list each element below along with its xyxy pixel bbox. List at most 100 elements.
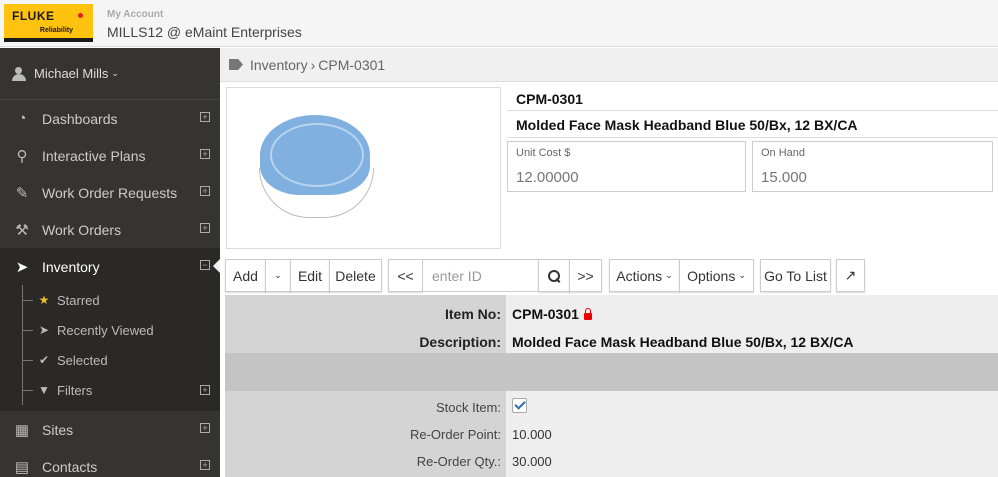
logo-dot <box>78 13 83 18</box>
on-hand-card: On Hand 15.000 <box>752 141 993 192</box>
form-row-reorder-point: Re-Order Point: 10.000 <box>225 420 998 447</box>
item-detail-form: Item No: CPM-0301 Description: Molded Fa… <box>225 295 998 477</box>
description-value: Molded Face Mask Headband Blue 50/Bx, 12… <box>512 334 854 350</box>
search-icon <box>548 269 560 282</box>
item-no-text: CPM-0301 <box>512 306 579 322</box>
expand-icon[interactable]: + <box>200 112 210 122</box>
pencil-icon: ✎ <box>15 184 29 202</box>
main-content: Inventory › CPM-0301 CPM-0301 Molded Fac… <box>220 48 998 477</box>
sidebar-item-work-orders[interactable]: ⚒ Work Orders + <box>0 211 220 248</box>
item-description-heading: Molded Face Mask Headband Blue 50/Bx, 12… <box>507 112 998 138</box>
expand-icon[interactable]: + <box>200 149 210 159</box>
tag-icon <box>229 59 243 70</box>
stock-item-label: Stock Item: <box>435 400 501 415</box>
breadcrumb-separator: › <box>310 56 316 73</box>
unit-cost-label: Unit Cost $ <box>516 147 571 159</box>
sidebar-item-label: Contacts <box>42 458 98 475</box>
form-section-divider <box>225 353 998 391</box>
description-label: Description: <box>419 334 501 350</box>
go-to-list-button[interactable]: Go To List <box>760 259 831 292</box>
send-icon: ➤ <box>38 323 50 337</box>
on-hand-label: On Hand <box>761 147 806 159</box>
sidebar-item-interactive-plans[interactable]: ⚲ Interactive Plans + <box>0 137 220 174</box>
sidebar-item-label: Work Order Requests <box>42 184 178 201</box>
search-button[interactable] <box>538 259 570 292</box>
account-label: My Account <box>107 9 164 20</box>
sidebar-item-inventory[interactable]: ➤ Inventory − <box>0 248 220 285</box>
sidebar-subitem-starred[interactable]: ★ Starred <box>0 285 220 315</box>
tag-icon: ➤ <box>15 258 29 276</box>
sidebar-item-sites[interactable]: ▦ Sites + <box>0 411 220 448</box>
breadcrumb-section[interactable]: Inventory <box>250 57 308 73</box>
delete-button[interactable]: Delete <box>329 259 382 292</box>
logo-sub: Reliability <box>39 27 73 34</box>
expand-icon[interactable]: + <box>200 186 210 196</box>
form-row-item-no: Item No: CPM-0301 <box>225 299 998 326</box>
check-icon: ✔ <box>38 353 50 367</box>
map-marker-icon: ⚲ <box>16 147 28 165</box>
sidebar-item-label: Sites <box>42 421 74 438</box>
reorder-qty-label: Re-Order Qty.: <box>416 454 501 469</box>
account-name[interactable]: MILLS12 @ eMaint Enterprises <box>107 24 302 40</box>
share-button[interactable]: ↗ <box>836 259 865 292</box>
lock-icon <box>583 308 592 320</box>
stock-item-checkbox[interactable] <box>512 398 527 413</box>
form-row-reorder-qty: Re-Order Qty.: 30.000 <box>225 447 998 474</box>
actions-button[interactable]: Actions ⌄ <box>609 259 680 292</box>
sidebar-item-contacts[interactable]: ▤ Contacts + <box>0 448 220 477</box>
sidebar-subitem-label: Selected <box>57 352 108 368</box>
item-no-value: CPM-0301 <box>512 306 592 322</box>
breadcrumb: Inventory › CPM-0301 <box>220 48 998 82</box>
user-menu[interactable]: Michael Mills ⌄ <box>0 48 220 100</box>
logo-brand: FLUKE <box>12 9 55 23</box>
inventory-submenu: ★ Starred ➤ Recently Viewed ✔ Selected ▼… <box>0 285 220 411</box>
sidebar-item-dashboards[interactable]: ◔ Dashboards + <box>0 100 220 137</box>
filter-icon: ▼ <box>38 383 50 397</box>
sidebar-subitem-label: Starred <box>57 292 100 308</box>
contact-icon: ▤ <box>14 458 30 476</box>
fluke-logo[interactable]: FLUKE Reliability <box>4 4 93 42</box>
previous-record-button[interactable]: << <box>388 259 423 292</box>
unit-cost-card: Unit Cost $ 12.00000 <box>507 141 746 192</box>
options-label: Options <box>687 267 736 284</box>
item-photo[interactable] <box>226 87 501 249</box>
options-button[interactable]: Options ⌄ <box>679 259 754 292</box>
chevron-down-icon: ⌄ <box>738 270 746 280</box>
on-hand-value: 15.000 <box>761 169 807 186</box>
sidebar-subitem-filters[interactable]: ▼ Filters + <box>0 375 220 405</box>
sidebar-subitem-label: Filters <box>57 382 93 398</box>
item-no-label: Item No: <box>445 306 501 322</box>
chevron-down-icon: ⌄ <box>111 68 119 78</box>
form-row-stock-item: Stock Item: <box>225 393 998 420</box>
expand-icon[interactable]: + <box>200 223 210 233</box>
chevron-down-icon: ⌄ <box>665 270 673 280</box>
expand-icon[interactable]: + <box>200 423 210 433</box>
form-row-description: Description: Molded Face Mask Headband B… <box>225 327 998 354</box>
user-name: Michael Mills <box>34 66 109 81</box>
share-icon: ↗ <box>844 267 857 283</box>
sidebar-item-work-order-requests[interactable]: ✎ Work Order Requests + <box>0 174 220 211</box>
sidebar-subitem-recently-viewed[interactable]: ➤ Recently Viewed <box>0 315 220 345</box>
reorder-qty-value: 30.000 <box>512 454 552 469</box>
table-icon: ▦ <box>14 421 30 439</box>
unit-cost-value: 12.00000 <box>516 169 579 186</box>
sidebar: Michael Mills ⌄ ◔ Dashboards + ⚲ Interac… <box>0 48 220 477</box>
add-dropdown-button[interactable]: ⌄ <box>265 259 291 292</box>
edit-button[interactable]: Edit <box>290 259 330 292</box>
record-id-input[interactable]: enter ID <box>422 259 539 292</box>
reorder-point-value: 10.000 <box>512 427 552 442</box>
mask-image <box>260 115 370 195</box>
collapse-icon[interactable]: − <box>200 260 210 270</box>
dashboard-icon: ◔ <box>17 110 27 127</box>
sidebar-subitem-selected[interactable]: ✔ Selected <box>0 345 220 375</box>
expand-icon[interactable]: + <box>200 385 210 395</box>
expand-icon[interactable]: + <box>200 460 210 470</box>
next-record-button[interactable]: >> <box>569 259 602 292</box>
wrench-icon: ⚒ <box>15 221 29 239</box>
sidebar-item-label: Dashboards <box>42 110 118 127</box>
item-id-heading: CPM-0301 <box>507 87 998 111</box>
record-toolbar: Add ⌄ Edit Delete << enter ID >> Actions… <box>225 259 998 292</box>
add-button[interactable]: Add <box>225 259 266 292</box>
star-icon: ★ <box>38 293 50 307</box>
sidebar-item-label: Interactive Plans <box>42 147 146 164</box>
